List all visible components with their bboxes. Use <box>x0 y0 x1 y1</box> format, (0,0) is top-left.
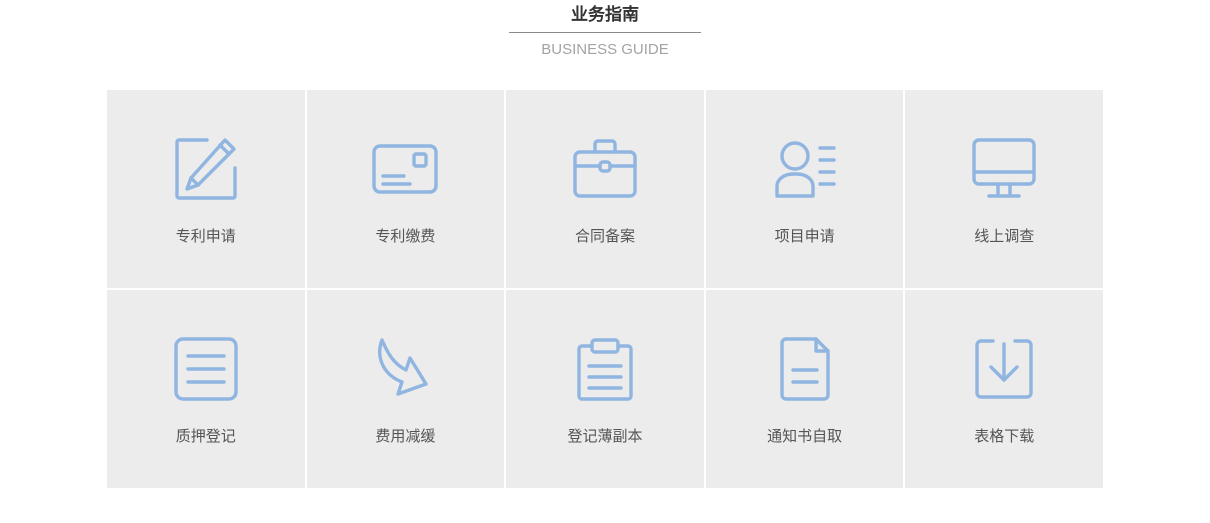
section-subtitle: BUSINESS GUIDE <box>541 41 669 58</box>
tile-pledge-registration[interactable]: 质押登记 <box>107 290 305 488</box>
monitor-icon <box>969 134 1039 204</box>
tile-label: 项目申请 <box>774 227 835 245</box>
bank-card-icon <box>370 134 440 204</box>
tile-form-download[interactable]: 表格下载 <box>905 290 1103 488</box>
tile-register-copy[interactable]: 登记薄副本 <box>506 290 704 488</box>
tile-label: 通知书自取 <box>767 427 843 445</box>
document-lines-icon <box>171 334 241 404</box>
download-icon <box>969 334 1039 404</box>
edit-pencil-icon <box>171 134 241 204</box>
user-profile-icon <box>770 134 840 204</box>
clipboard-icon <box>570 334 640 404</box>
section-title: 业务指南 <box>571 5 639 25</box>
tile-label: 登记薄副本 <box>567 427 643 445</box>
tile-label: 费用减缓 <box>375 427 436 445</box>
tile-fee-reduction[interactable]: 费用减缓 <box>306 290 505 488</box>
file-icon <box>770 334 840 404</box>
tile-label: 专利申请 <box>175 227 236 245</box>
curved-arrow-icon <box>370 334 440 404</box>
tile-notice-pickup[interactable]: 通知书自取 <box>705 290 904 488</box>
section-header: 业务指南 BUSINESS GUIDE <box>0 0 1210 70</box>
tile-project-application[interactable]: 项目申请 <box>705 90 904 288</box>
tile-contract-filing[interactable]: 合同备案 <box>506 90 704 288</box>
tile-label: 表格下载 <box>974 427 1035 445</box>
business-guide-grid: 专利申请 专利缴费 合同备案 项目申请 线上调查 质押登记 费用减缓 登记薄副本… <box>107 90 1103 488</box>
tile-label: 线上调查 <box>974 227 1035 245</box>
title-divider <box>509 32 701 33</box>
tile-patent-fee[interactable]: 专利缴费 <box>306 90 505 288</box>
tile-label: 专利缴费 <box>375 227 436 245</box>
tile-online-survey[interactable]: 线上调查 <box>905 90 1103 288</box>
tile-label: 合同备案 <box>574 227 635 245</box>
tile-patent-application[interactable]: 专利申请 <box>107 90 305 288</box>
briefcase-icon <box>570 134 640 204</box>
tile-label: 质押登记 <box>175 427 236 445</box>
